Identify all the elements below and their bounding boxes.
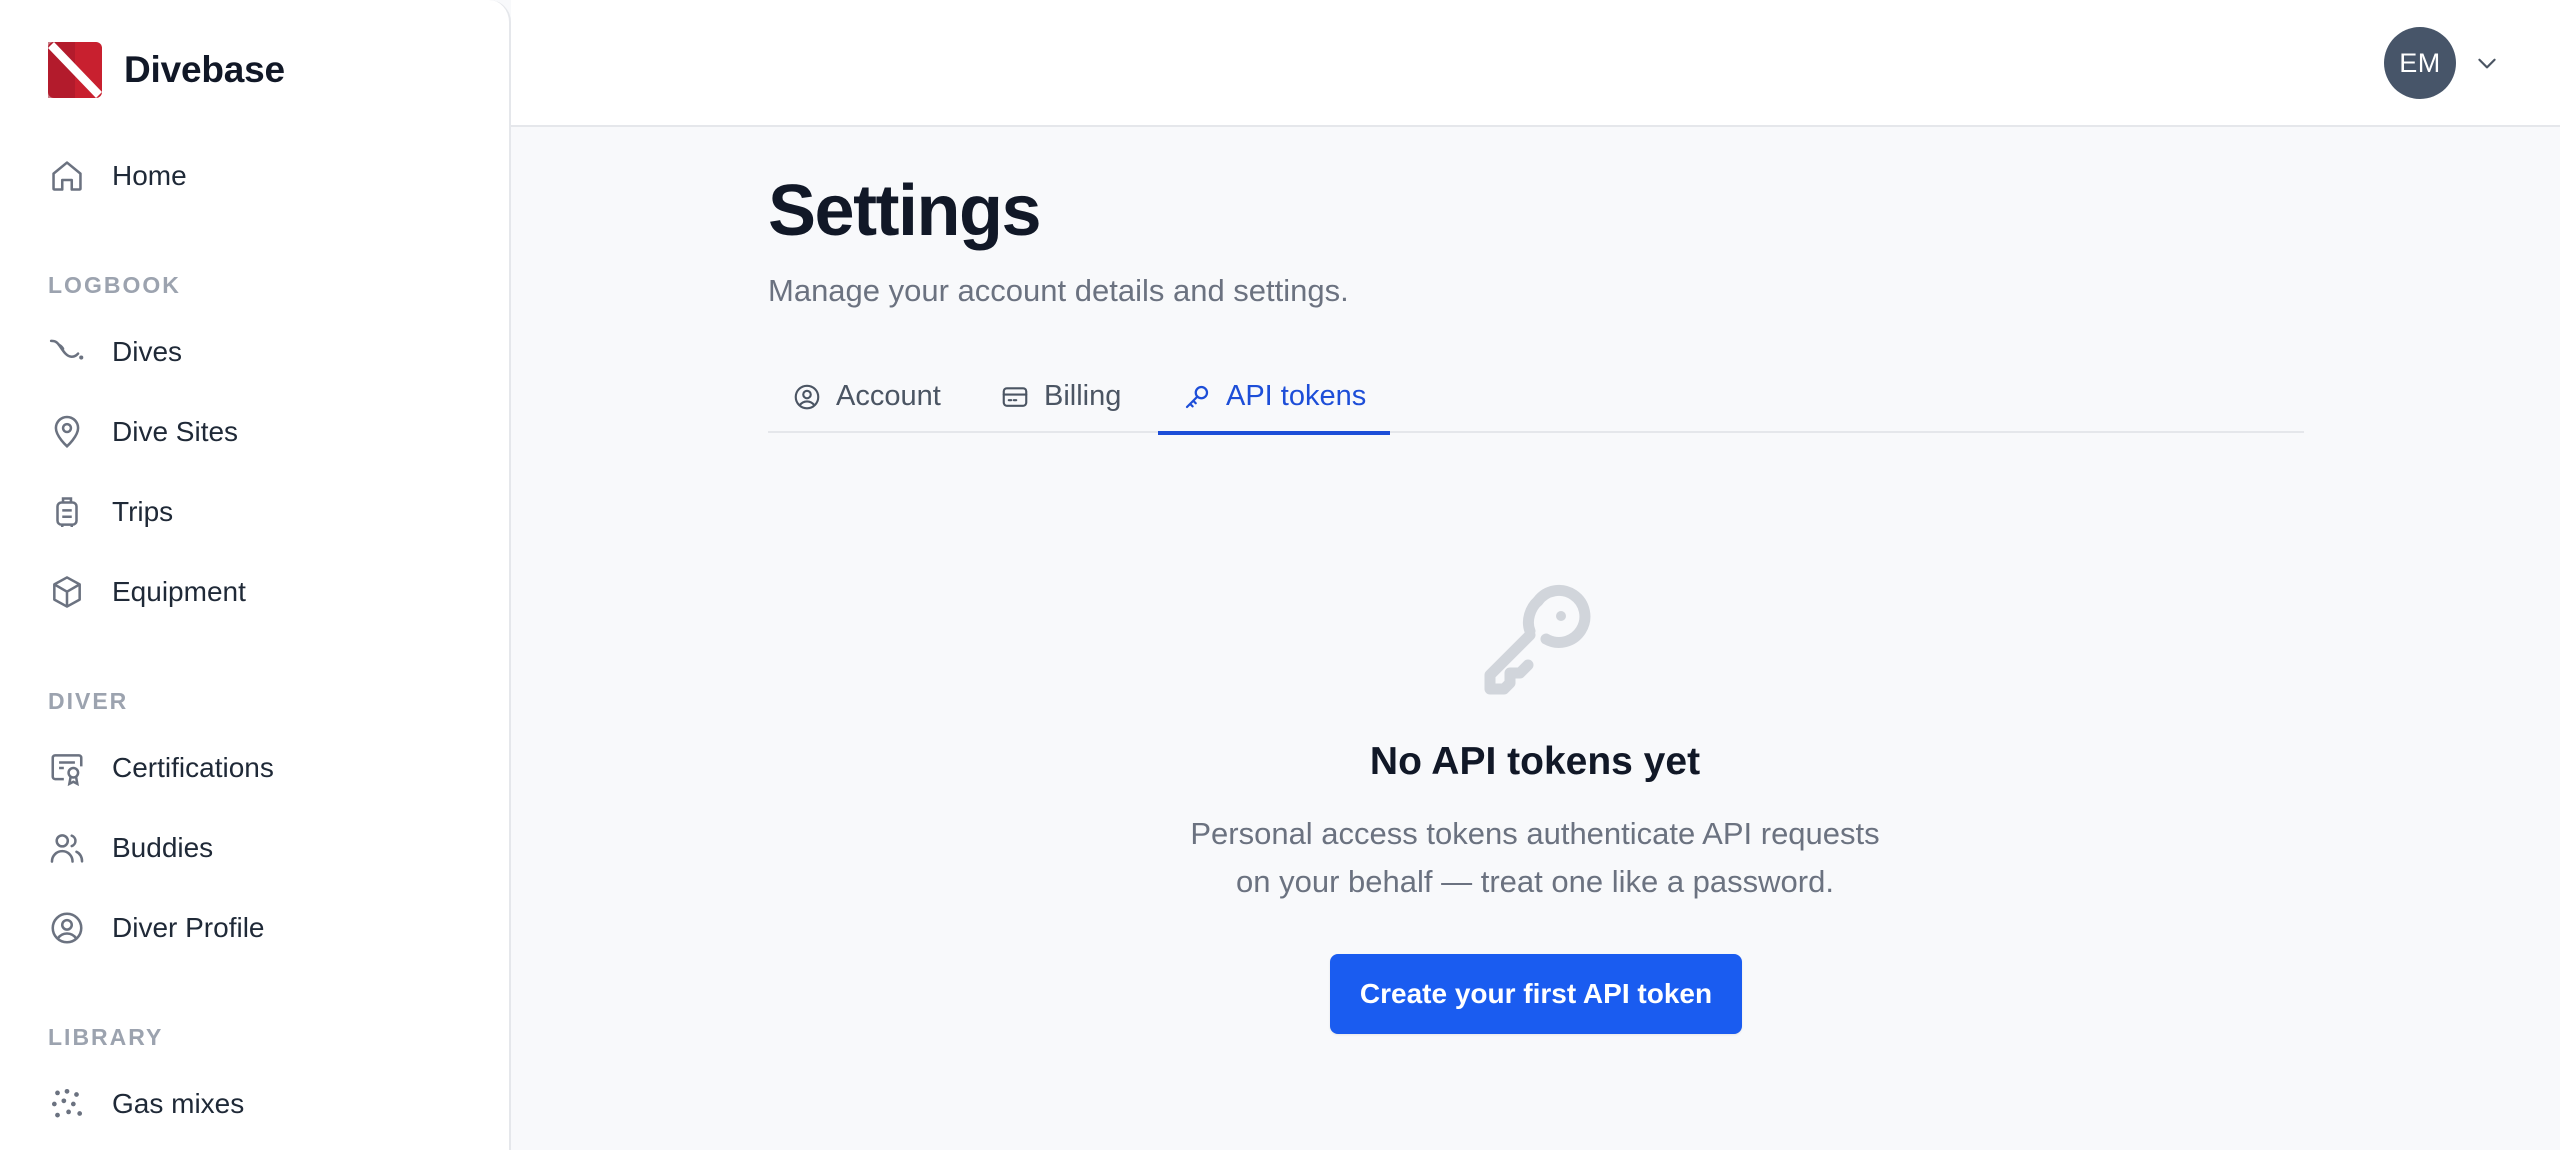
brand-name: Divebase — [124, 49, 285, 90]
sidebar-item-certifications[interactable]: Certifications — [48, 742, 274, 794]
sidebar-item-label: Dives — [112, 336, 183, 367]
tab-billing[interactable]: Billing — [1000, 360, 1121, 433]
chevron-down-icon[interactable] — [2474, 50, 2500, 76]
page-subtitle: Manage your account details and settings… — [768, 273, 1349, 308]
sidebar-item-label: Home — [112, 160, 187, 191]
settings-tabs: Account Billing API tokens — [768, 360, 2304, 435]
page-title: Settings — [768, 171, 1042, 251]
tab-account[interactable]: Account — [792, 360, 941, 433]
empty-state-title: No API tokens yet — [1369, 740, 1701, 783]
sidebar-item-equipment[interactable]: Equipment — [48, 566, 246, 618]
cube-icon — [48, 573, 86, 611]
tab-label: API tokens — [1226, 380, 1367, 412]
empty-state-description-line: on your behalf — treat one like a passwo… — [1236, 864, 1834, 899]
section-label-diver: DIVER — [48, 688, 129, 714]
divebase-logo-icon — [48, 42, 102, 98]
sidebar-item-dive-sites[interactable]: Dive Sites — [48, 406, 238, 458]
top-bar — [511, 0, 2560, 127]
sidebar-item-label: Dive Sites — [112, 416, 239, 447]
key-icon — [1484, 584, 1591, 695]
section-label-logbook: LOGBOOK — [48, 272, 181, 298]
sidebar-item-home[interactable]: Home — [48, 150, 187, 202]
sidebar-item-buddies[interactable]: Buddies — [48, 822, 213, 874]
sidebar-item-gas-mixes[interactable]: Gas mixes — [48, 1078, 244, 1130]
home-icon — [48, 157, 86, 195]
suitcase-icon — [48, 493, 86, 531]
sidebar-item-dives[interactable]: Dives — [48, 326, 182, 378]
sidebar-item-trips[interactable]: Trips — [48, 486, 173, 538]
credit-card-icon — [1002, 386, 1028, 407]
sidebar-item-label: Buddies — [112, 832, 214, 863]
section-label-library: LIBRARY — [48, 1024, 164, 1050]
sidebar-item-label: Gas mixes — [112, 1088, 245, 1119]
user-circle-icon — [48, 909, 86, 947]
certificate-icon — [48, 749, 86, 787]
sidebar-item-label: Equipment — [112, 576, 246, 607]
users-icon — [48, 829, 86, 867]
map-pin-icon — [48, 413, 86, 451]
sidebar-item-label: Diver Profile — [112, 912, 265, 943]
tab-label: Billing — [1044, 380, 1122, 412]
avatar[interactable]: EM — [2384, 27, 2456, 99]
bubbles-icon — [48, 1085, 86, 1123]
sidebar: Divebase Home LOGBOOK Dives Dive Sites T… — [0, 0, 511, 1150]
empty-state-description: Personal access tokens authenticate API … — [1130, 810, 1940, 906]
user-circle-icon — [794, 384, 820, 409]
empty-state-description-line: Personal access tokens authenticate API … — [1190, 816, 1880, 851]
tab-label: Account — [836, 380, 941, 412]
create-api-token-button[interactable]: Create your first API token — [1330, 954, 1742, 1034]
dive-profile-icon — [48, 333, 86, 371]
key-icon — [1185, 385, 1209, 408]
tab-api-tokens[interactable]: API tokens — [1158, 360, 1391, 435]
sidebar-item-label: Trips — [112, 496, 174, 527]
sidebar-item-diver-profile[interactable]: Diver Profile — [48, 902, 264, 954]
brand[interactable]: Divebase — [48, 42, 285, 98]
sidebar-item-label: Certifications — [112, 752, 274, 783]
